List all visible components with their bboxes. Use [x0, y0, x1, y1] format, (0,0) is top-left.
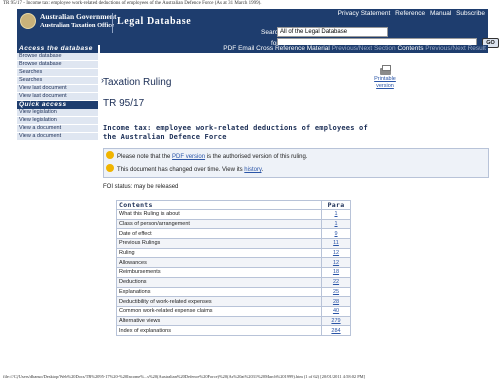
para-link[interactable]: 1 [321, 218, 351, 230]
contents-item-label: What this Ruling is about [116, 209, 322, 220]
para-link[interactable]: 279 [321, 315, 351, 327]
pdf-link[interactable]: PDF [223, 45, 236, 52]
printable-version-link[interactable]: Printable version [372, 65, 398, 90]
government-name: Australian Government [40, 12, 117, 21]
contents-item-label: Ruling [116, 247, 322, 259]
sidebar-item-searches[interactable]: Searches [17, 69, 98, 77]
quick-access-header: Quick access [17, 101, 98, 109]
contents-header: Contents [116, 200, 322, 210]
contents-link[interactable]: Contents [397, 45, 423, 52]
contents-item-label: Allowances [116, 257, 322, 269]
notice-box: Please note that the PDF version is the … [103, 148, 489, 178]
table-row: Date of effect 9 [116, 228, 351, 240]
table-row: Common work-related expense claims 40 [116, 305, 351, 317]
sidebar-item-view-legislation[interactable]: View legislation [17, 117, 98, 125]
para-link[interactable]: 12 [321, 247, 351, 259]
contents-item-label: Index of explanations [116, 325, 322, 336]
email-link[interactable]: Email [238, 45, 254, 52]
table-row: Index of explanations 284 [116, 325, 351, 336]
sidebar-item-browse-database[interactable]: Browse database [17, 53, 98, 61]
ruling-title: Taxation Ruling [103, 77, 172, 88]
para-link[interactable]: 18 [321, 267, 351, 278]
para-link[interactable]: 40 [321, 305, 351, 317]
sidebar: Access the database Browse database Brow… [17, 45, 104, 141]
privacy-statement-link[interactable]: Privacy Statement [338, 10, 391, 17]
para-link[interactable]: 12 [321, 257, 351, 269]
print-footer: file:///C|/Users/dbanso/Desktop/Web%20Do… [3, 374, 366, 379]
contents-item-label: Explanations [116, 286, 322, 298]
notice-text: Please note that the [117, 154, 171, 160]
table-row: Ruling 12 [116, 247, 351, 259]
contents-item-label: Deductibility of work-related expenses [116, 296, 322, 307]
ruling-number: TR 95/17 [103, 98, 145, 109]
para-link[interactable]: 11 [321, 238, 351, 249]
para-link[interactable]: 22 [321, 276, 351, 288]
para-link[interactable]: 9 [321, 228, 351, 240]
sidebar-item-view-a-document[interactable]: View a document [17, 133, 98, 141]
notice-text: is the authorised version of this ruling… [206, 154, 308, 160]
contents-item-label: Common work-related expense claims [116, 305, 322, 317]
contents-item-label: Date of effect [116, 228, 322, 240]
prev-next-section-link[interactable]: Previous/Next Section [332, 45, 396, 52]
manual-link[interactable]: Manual [430, 10, 451, 17]
site-banner: Australian Government Australian Taxatio… [17, 9, 499, 48]
sidebar-item-searches[interactable]: Searches › [17, 76, 104, 85]
pdf-version-link[interactable]: PDF version [172, 154, 205, 160]
table-row: Previous Rulings 11 [116, 238, 351, 249]
table-row: Class of person/arrangement 1 [116, 218, 351, 230]
contents-table: Contents Para What this Ruling is about 1… [116, 200, 351, 336]
para-link[interactable]: 1 [321, 209, 351, 220]
table-row: Deductions 22 [116, 276, 351, 288]
contents-item-label: Alternative views [116, 315, 322, 327]
table-row: Deductibility of work-related expenses 28 [116, 296, 351, 307]
notice-history: This document has changed over time. Vie… [106, 164, 264, 176]
cross-reference-link[interactable]: Cross Reference Material [256, 45, 330, 52]
table-row: Alternative views 279 [116, 315, 351, 327]
prev-next-result-link[interactable]: Previous/Next Result [425, 45, 486, 52]
banner-divider [112, 13, 113, 33]
para-link[interactable]: 284 [321, 325, 351, 336]
sidebar-item-view-last-document[interactable]: View last document [17, 93, 98, 101]
coat-of-arms-icon [20, 13, 36, 29]
table-row: Explanations 25 [116, 286, 351, 298]
sidebar-item-label: Searches [19, 77, 43, 83]
contents-item-label: Deductions [116, 276, 322, 288]
para-link[interactable]: 28 [321, 296, 351, 307]
version-label: version [376, 83, 394, 89]
contents-item-label: Previous Rulings [116, 238, 322, 249]
search-scope-select[interactable]: All of the Legal Database [277, 27, 388, 37]
info-icon [106, 164, 114, 173]
print-header: TR 95/17 - Income tax: employee work-rel… [3, 1, 262, 6]
subscribe-link[interactable]: Subscribe [456, 10, 485, 17]
para-link[interactable]: 25 [321, 286, 351, 298]
document-toolbar: PDF Email Cross Reference Material Previ… [100, 45, 488, 53]
notice-text: . [261, 167, 264, 173]
table-row: Reimbursements 18 [116, 267, 351, 278]
info-icon [106, 151, 114, 160]
access-database-header: Access the database [17, 45, 98, 53]
notice-authorised-version: Please note that the PDF version is the … [106, 151, 308, 163]
utility-links: Privacy Statement Reference Manual Subsc… [335, 10, 485, 17]
contents-item-label: Class of person/arrangement [116, 218, 322, 230]
sidebar-item-view-last-document[interactable]: View last document [17, 85, 98, 93]
para-header: Para [321, 200, 351, 210]
sidebar-item-view-legislation[interactable]: View legislation [17, 109, 98, 117]
notice-text: This document has changed over time. Vie… [117, 167, 243, 173]
sidebar-item-browse-database[interactable]: Browse database [17, 61, 98, 69]
printer-icon [379, 65, 391, 75]
app-title: Legal Database [117, 16, 192, 27]
table-row: What this Ruling is about 1 [116, 209, 351, 220]
foi-status: FOI status: may be released [103, 184, 179, 190]
ruling-subject: Income tax: employee work-related deduct… [103, 124, 368, 141]
contents-item-label: Reimbursements [116, 267, 322, 278]
printable-label: Printable [374, 76, 396, 82]
sidebar-item-view-a-document[interactable]: View a document [17, 125, 98, 133]
agency-name: Australian Taxation Office [40, 22, 115, 29]
history-link[interactable]: history [244, 167, 261, 173]
reference-link[interactable]: Reference [395, 10, 425, 17]
table-row: Allowances 12 [116, 257, 351, 269]
